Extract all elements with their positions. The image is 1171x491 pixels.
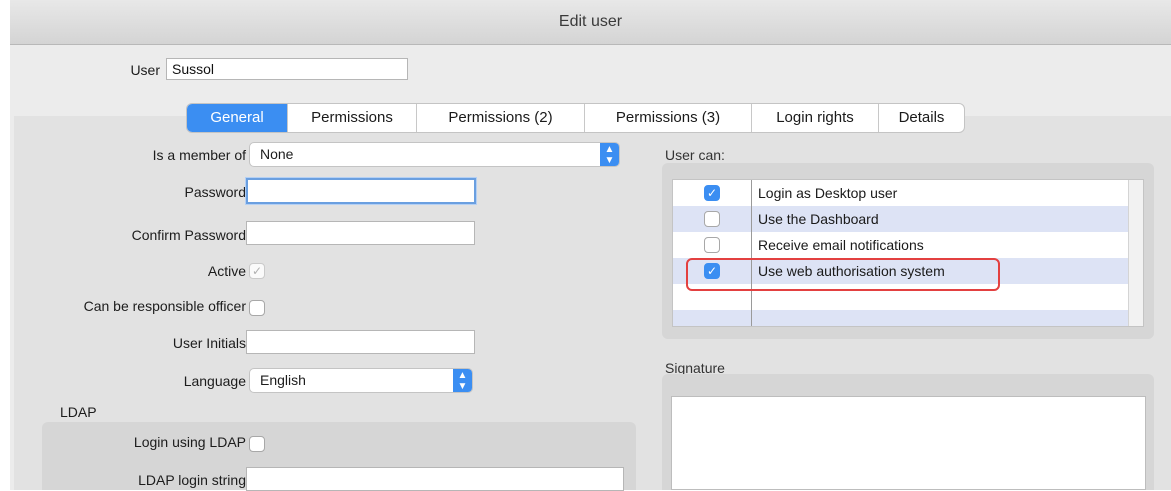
tab-bar: General Permissions Permissions (2) Perm… bbox=[186, 103, 965, 133]
user-name-field[interactable] bbox=[166, 58, 408, 80]
tab-permissions-2[interactable]: Permissions (2) bbox=[416, 104, 584, 132]
confirm-password-field[interactable] bbox=[246, 221, 475, 245]
tab-permissions[interactable]: Permissions bbox=[287, 104, 416, 132]
column-divider bbox=[751, 180, 752, 326]
active-label: Active bbox=[207, 263, 246, 279]
responsible-officer-checkbox[interactable] bbox=[249, 300, 265, 316]
tab-details[interactable]: Details bbox=[878, 104, 964, 132]
user-initials-field[interactable] bbox=[246, 330, 475, 354]
tab-permissions-3[interactable]: Permissions (3) bbox=[584, 104, 751, 132]
login-using-ldap-checkbox[interactable] bbox=[249, 436, 265, 452]
list-item-label: Use the Dashboard bbox=[758, 211, 879, 227]
responsible-officer-label: Can be responsible officer bbox=[83, 298, 246, 314]
select-arrows-icon: ▲ ▼ bbox=[453, 369, 472, 392]
list-item[interactable]: Receive email notifications bbox=[673, 232, 1129, 258]
active-checkbox[interactable]: ✓ bbox=[249, 263, 265, 279]
language-select[interactable]: English ▲ ▼ bbox=[249, 368, 473, 393]
highlight-annotation bbox=[686, 258, 1000, 291]
email-notifications-checkbox[interactable] bbox=[704, 237, 720, 253]
login-using-ldap-label: Login using LDAP bbox=[133, 434, 246, 450]
ldap-login-string-field[interactable] bbox=[246, 467, 624, 491]
list-item-label: Login as Desktop user bbox=[758, 185, 898, 201]
member-of-select[interactable]: None ▲ ▼ bbox=[249, 142, 620, 167]
ldap-login-string-label: LDAP login string bbox=[138, 472, 246, 488]
member-of-value: None bbox=[260, 146, 294, 162]
window-title: Edit user bbox=[10, 0, 1171, 45]
user-can-list: ✓ Login as Desktop user Use the Dashboar… bbox=[672, 179, 1144, 327]
user-can-label: User can: bbox=[665, 147, 725, 163]
confirm-password-label: Confirm Password bbox=[131, 227, 246, 243]
password-field[interactable] bbox=[246, 178, 476, 204]
ldap-section-label: LDAP bbox=[60, 404, 97, 420]
tab-general[interactable]: General bbox=[187, 104, 287, 132]
list-item[interactable]: ✓ Login as Desktop user bbox=[673, 180, 1129, 206]
select-arrows-icon: ▲ ▼ bbox=[600, 143, 619, 166]
list-item-empty bbox=[673, 310, 1129, 326]
list-item[interactable]: Use the Dashboard bbox=[673, 206, 1129, 232]
edit-user-window: Edit user User General Permissions Permi… bbox=[10, 0, 1171, 491]
login-desktop-checkbox[interactable]: ✓ bbox=[704, 185, 720, 201]
user-label: User bbox=[130, 62, 160, 78]
list-scrollbar[interactable] bbox=[1128, 180, 1143, 326]
password-label: Password bbox=[184, 184, 246, 200]
user-initials-label: User Initials bbox=[172, 335, 246, 351]
signature-field[interactable] bbox=[671, 396, 1146, 490]
list-item-label: Receive email notifications bbox=[758, 237, 924, 253]
use-dashboard-checkbox[interactable] bbox=[704, 211, 720, 227]
language-label: Language bbox=[183, 373, 246, 389]
tab-login-rights[interactable]: Login rights bbox=[751, 104, 878, 132]
member-of-label: Is a member of bbox=[152, 147, 246, 163]
language-value: English bbox=[260, 372, 306, 388]
